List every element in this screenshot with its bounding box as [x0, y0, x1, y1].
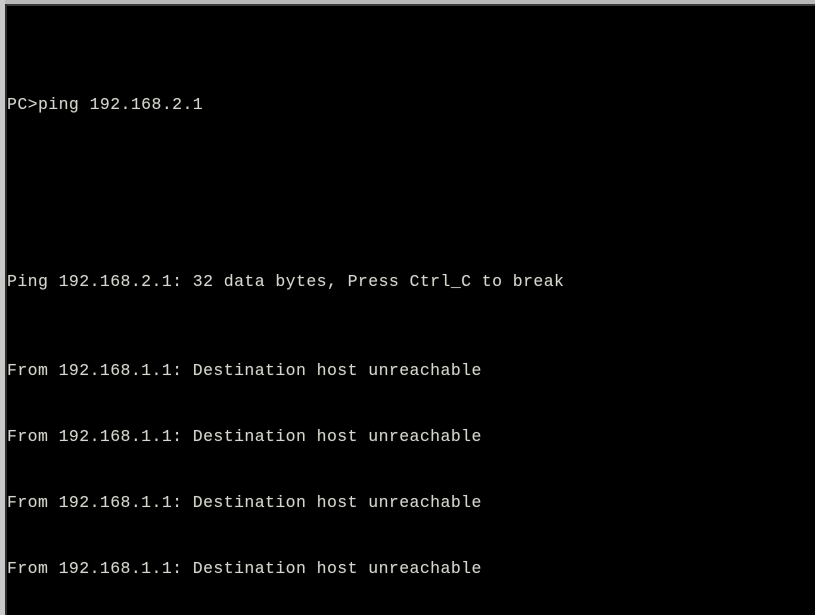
ping-reply-line: From 192.168.1.1: Destination host unrea… [7, 493, 482, 513]
ping-reply-line: From 192.168.1.1: Destination host unrea… [7, 426, 482, 446]
command-prompt-line-1[interactable]: PC>ping 192.168.2.1 [7, 94, 815, 116]
window-border-top [0, 0, 815, 4]
window-inner-shade-left [5, 4, 7, 615]
ping-reply-line: From 192.168.1.1: Destination host unrea… [7, 360, 482, 380]
console-output[interactable]: PC>ping 192.168.2.1 Ping 192.168.2.1: 32… [7, 6, 815, 615]
terminal-window[interactable]: PC>ping 192.168.2.1 Ping 192.168.2.1: 32… [0, 0, 815, 615]
ping-reply-line: From 192.168.1.1: Destination host unrea… [7, 559, 482, 579]
window-border-left [0, 0, 5, 615]
window-inner-shade-top [5, 4, 815, 6]
ping-header-line-1: Ping 192.168.2.1: 32 data bytes, Press C… [7, 272, 565, 292]
